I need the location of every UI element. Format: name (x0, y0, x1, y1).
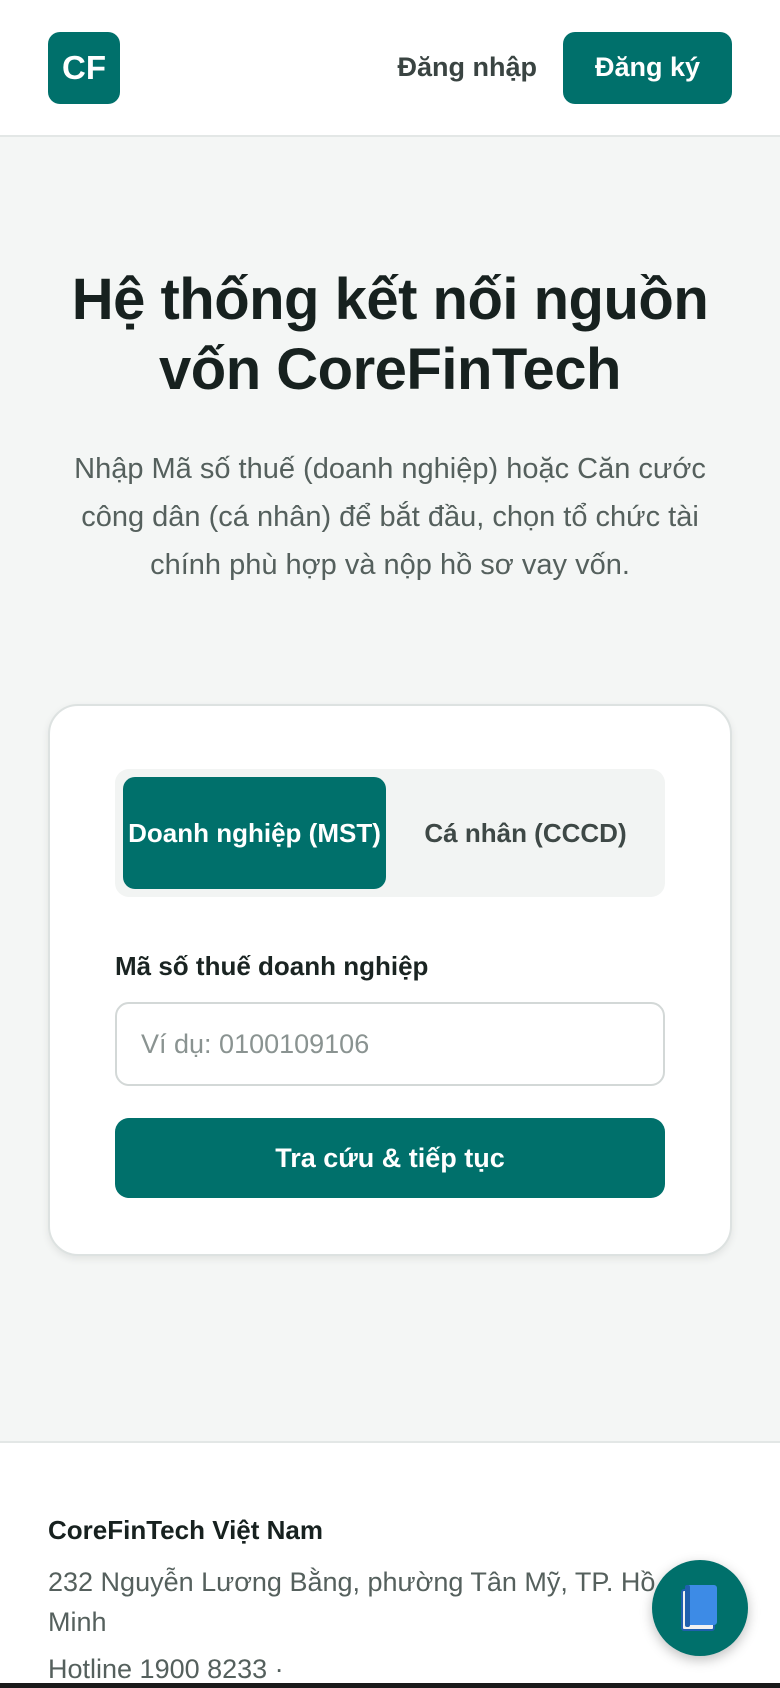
lookup-continue-button[interactable]: Tra cứu & tiếp tục (115, 1118, 665, 1198)
guide-fab-button[interactable] (652, 1560, 748, 1656)
customer-type-tabs: Doanh nghiệp (MST) Cá nhân (CCCD) (115, 769, 665, 897)
tax-code-input[interactable] (115, 1002, 665, 1086)
footer: CoreFinTech Việt Nam 232 Nguyễn Lương Bằ… (0, 1441, 780, 1688)
footer-hotline: Hotline 1900 8233 · (48, 1654, 284, 1684)
login-link[interactable]: Đăng nhập (397, 52, 537, 83)
hero-section: Hệ thống kết nối nguồn vốn CoreFinTech N… (0, 137, 780, 589)
page-subtitle: Nhập Mã số thuế (doanh nghiệp) hoặc Căn … (74, 453, 706, 581)
page: CF Đăng nhập Đăng ký Hệ thống kết nối ng… (0, 0, 780, 1688)
tab-individual[interactable]: Cá nhân (CCCD) (394, 777, 657, 889)
footer-address: 232 Nguyễn Lương Bằng, phường Tân Mỹ, TP… (48, 1567, 705, 1637)
tab-business[interactable]: Doanh nghiệp (MST) (123, 777, 386, 889)
register-button[interactable]: Đăng ký (562, 31, 732, 104)
bottom-edge-bar (0, 1683, 780, 1688)
header-actions: Đăng nhập Đăng ký (397, 31, 732, 104)
page-title: Hệ thống kết nối nguồn vốn CoreFinTech (71, 267, 709, 402)
lookup-card: Doanh nghiệp (MST) Cá nhân (CCCD) Mã số … (48, 704, 732, 1256)
logo[interactable]: CF (48, 31, 120, 104)
logo-text: CF (62, 48, 106, 86)
top-header: CF Đăng nhập Đăng ký (0, 0, 780, 137)
book-icon (681, 1585, 719, 1631)
footer-company-name: CoreFinTech Việt Nam (48, 1515, 323, 1545)
tax-code-label: Mã số thuế doanh nghiệp (115, 951, 429, 981)
